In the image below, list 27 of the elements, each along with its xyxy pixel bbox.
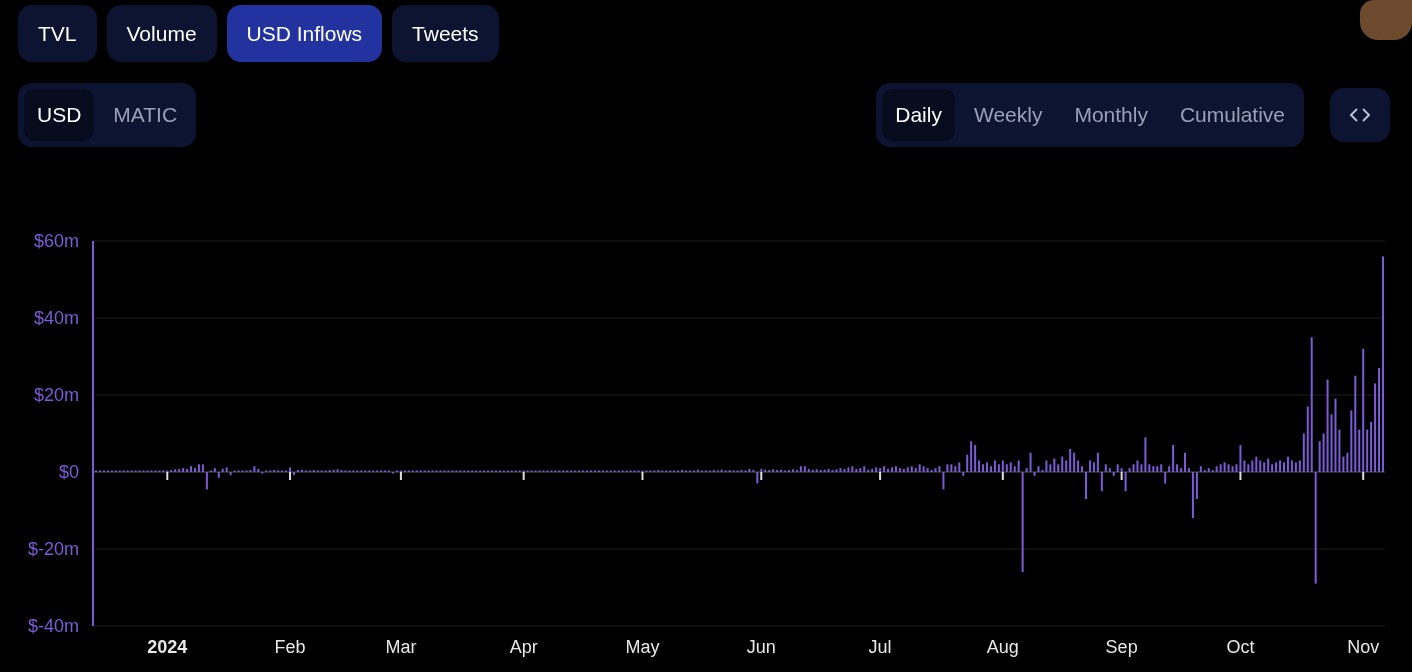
y-axis-label: $-20m (27, 539, 79, 559)
currency-option[interactable]: MATIC (100, 89, 191, 141)
chart-tab[interactable]: Tweets (392, 5, 499, 62)
y-axis-label: $-40m (27, 616, 79, 636)
chart-tab[interactable]: USD Inflows (226, 5, 383, 62)
chart-tab[interactable]: Volume (106, 5, 217, 62)
y-axis-label: $20m (33, 385, 79, 405)
x-axis-label: Nov (1347, 637, 1380, 657)
currency-option[interactable]: USD (24, 89, 95, 141)
x-axis-label: Mar (385, 637, 417, 657)
y-axis-label: $60m (33, 231, 79, 251)
x-axis-label: Apr (509, 637, 538, 657)
x-axis-label: Jun (746, 637, 776, 657)
x-axis-label: 2024 (147, 637, 188, 657)
period-option[interactable]: Monthly (1061, 89, 1161, 141)
period-option[interactable]: Cumulative (1166, 89, 1298, 141)
x-axis-label: May (625, 637, 660, 657)
chart-tab[interactable]: TVL (18, 5, 97, 62)
x-axis-label: Feb (274, 637, 306, 657)
x-axis-label: Aug (986, 637, 1019, 657)
x-axis-label: Sep (1105, 637, 1138, 657)
y-axis-label: $40m (33, 308, 79, 328)
y-axis-label: $0 (58, 462, 79, 482)
period-option[interactable]: Weekly (960, 89, 1056, 141)
period-option[interactable]: Daily (882, 89, 955, 141)
x-axis-label: Jul (868, 637, 892, 657)
x-axis-label: Oct (1226, 637, 1255, 657)
